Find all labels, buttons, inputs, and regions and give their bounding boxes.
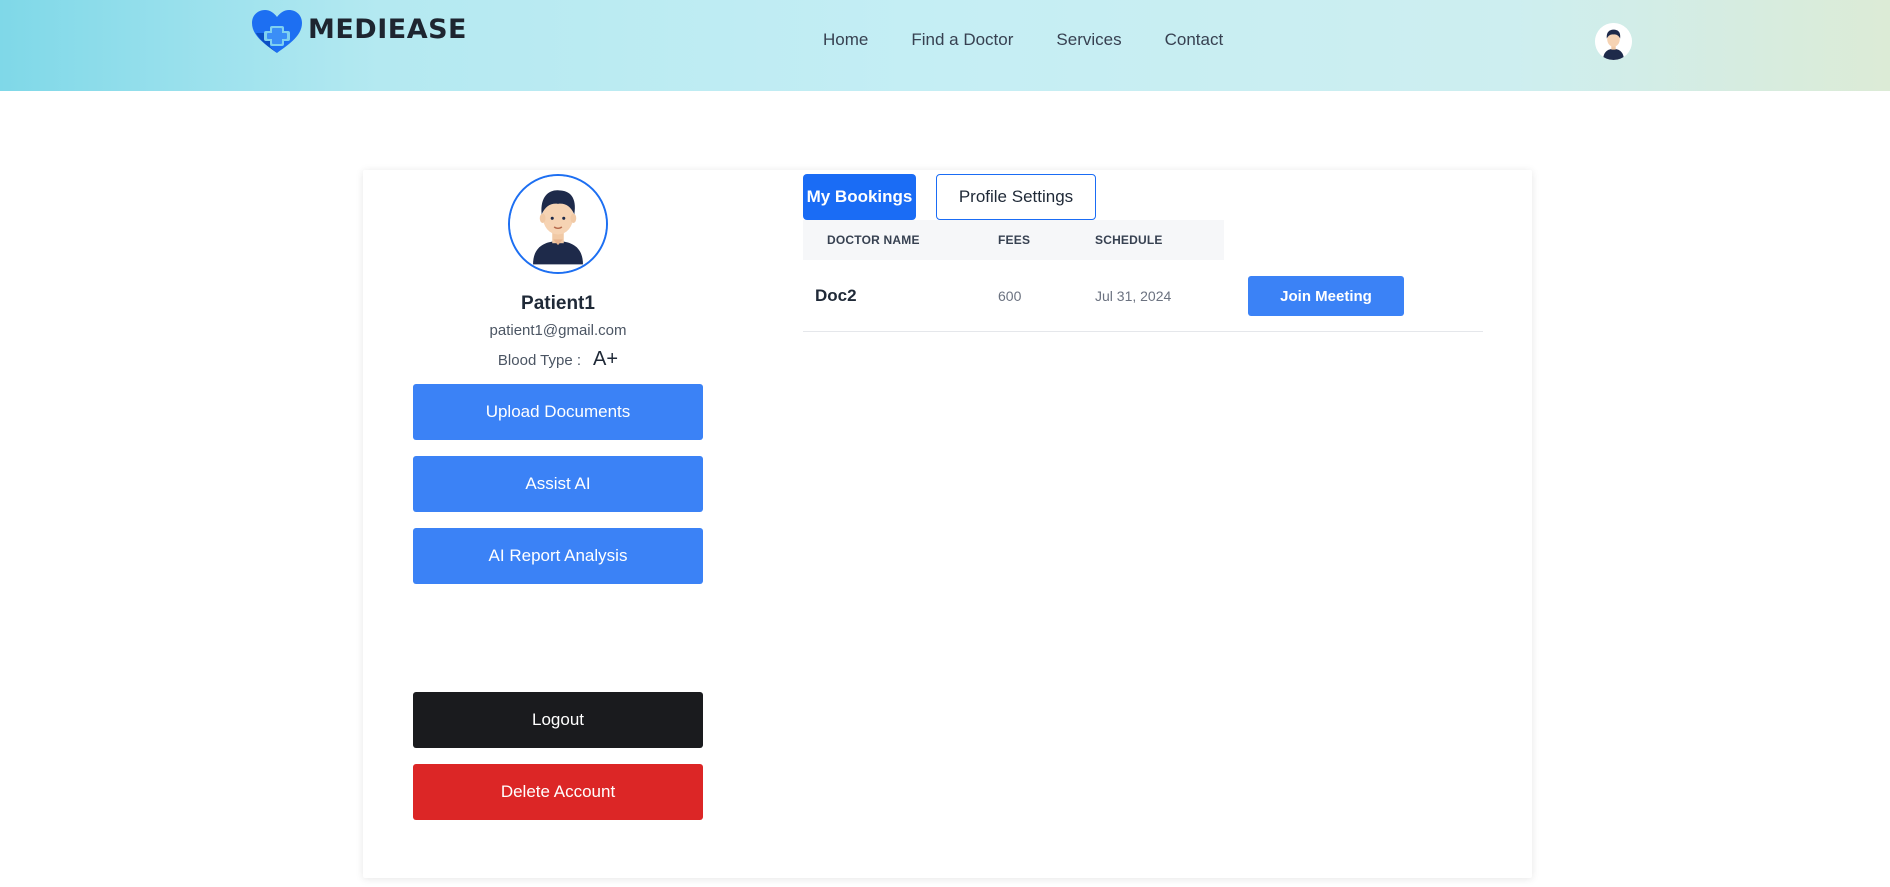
patient-email: patient1@gmail.com [489,322,627,339]
blood-type-value: A+ [593,348,619,370]
tab-profile-settings[interactable]: Profile Settings [936,174,1096,220]
ai-report-analysis-button[interactable]: AI Report Analysis [413,528,703,584]
blood-type-row: Blood Type : A+ [413,348,703,371]
bookings-table-header: DOCTOR NAME FEES SCHEDULE [803,220,1224,260]
delete-account-button[interactable]: Delete Account [413,764,703,820]
patient-name: Patient1 [521,293,595,314]
brand-name: MEDIEASE [308,13,467,45]
cell-doctor-name: Doc2 [815,286,857,305]
cell-fees: 600 [998,288,1022,304]
main-nav: Home Find a Doctor Services Contact [823,30,1266,50]
header-user-avatar[interactable] [1595,23,1632,60]
column-header-fees: FEES [998,233,1031,247]
nav-find-a-doctor[interactable]: Find a Doctor [911,30,1013,50]
column-header-schedule: SCHEDULE [1095,233,1163,247]
patient-avatar-icon [510,176,606,272]
cell-schedule: Jul 31, 2024 [1095,288,1172,304]
heart-plus-logo-icon [252,10,302,53]
brand-logo[interactable]: MEDIEASE [250,9,467,55]
join-meeting-button[interactable]: Join Meeting [1248,276,1404,316]
blood-type-label: Blood Type : [497,352,582,369]
nav-services[interactable]: Services [1056,30,1121,50]
top-navbar: MEDIEASE Home Find a Doctor Services Con… [0,0,1890,91]
profile-avatar [508,174,608,274]
upload-documents-button[interactable]: Upload Documents [413,384,703,440]
logout-button[interactable]: Logout [413,692,703,748]
assist-ai-button[interactable]: Assist AI [413,456,703,512]
nav-home[interactable]: Home [823,30,868,50]
user-avatar-icon [1595,23,1632,60]
nav-contact[interactable]: Contact [1165,30,1224,50]
table-row: Doc2 600 Jul 31, 2024 Join Meeting [803,260,1483,332]
column-header-doctor-name: DOCTOR NAME [827,233,920,247]
tab-my-bookings[interactable]: My Bookings [803,174,916,220]
